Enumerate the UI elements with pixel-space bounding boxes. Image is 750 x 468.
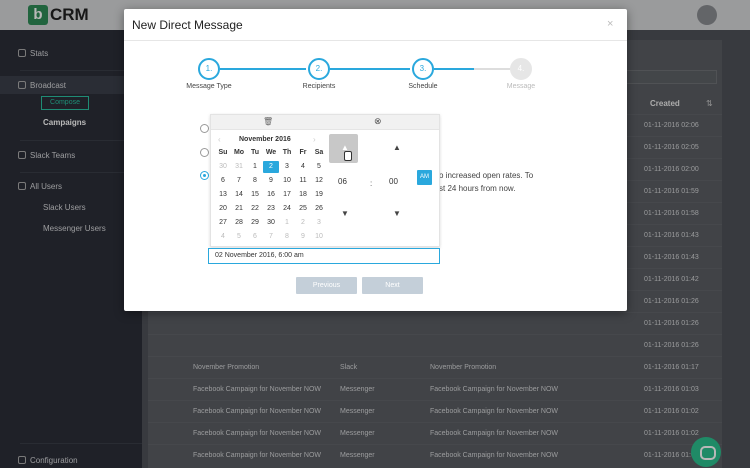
calendar-day[interactable]: 10: [311, 231, 327, 243]
schedule-option-radio[interactable]: [200, 124, 209, 133]
calendar-day[interactable]: 8: [247, 175, 263, 187]
calendar-week: 6 7 8 9 10 11 12: [215, 174, 327, 188]
schedule-hint-text: st 24 hours from now.: [439, 184, 516, 193]
mouse-cursor: [344, 151, 352, 161]
weekday-label: Mo: [233, 149, 245, 156]
calendar-day[interactable]: 15: [247, 189, 263, 201]
calendar-day[interactable]: 5: [231, 231, 247, 243]
calendar-day[interactable]: 28: [231, 217, 247, 229]
calendar-day[interactable]: 3: [311, 217, 327, 229]
prev-month-button[interactable]: ‹: [218, 135, 221, 144]
hour-value[interactable]: 06: [338, 177, 347, 186]
calendar-day[interactable]: 19: [311, 189, 327, 201]
calendar-day[interactable]: 13: [215, 189, 231, 201]
weekday-label: Fr: [299, 149, 307, 156]
calendar-weekday-header: Su Mo Tu We Th Fr Sa: [215, 149, 327, 160]
weekday-label: Tu: [250, 149, 260, 156]
step-4-circle: 4.: [510, 58, 532, 80]
calendar-day[interactable]: 27: [215, 217, 231, 229]
calendar-day[interactable]: 11: [295, 175, 311, 187]
calendar-day[interactable]: 3: [279, 161, 295, 173]
calendar-day[interactable]: 6: [215, 175, 231, 187]
next-button[interactable]: Next: [362, 277, 423, 294]
step-3-circle[interactable]: 3.: [412, 58, 434, 80]
calendar-day[interactable]: 7: [231, 175, 247, 187]
trash-icon[interactable]: 🗑: [263, 117, 273, 126]
previous-button[interactable]: Previous: [296, 277, 357, 294]
calendar-day[interactable]: 31: [231, 161, 247, 173]
calendar-day[interactable]: 4: [215, 231, 231, 243]
calendar-day[interactable]: 21: [231, 203, 247, 215]
schedule-option-radio-selected[interactable]: [200, 171, 209, 180]
weekday-label: Sa: [314, 149, 324, 156]
calendar-day[interactable]: 6: [247, 231, 263, 243]
calendar-day[interactable]: 14: [231, 189, 247, 201]
calendar-day[interactable]: 18: [295, 189, 311, 201]
calendar-day[interactable]: 10: [279, 175, 295, 187]
modal-title: New Direct Message: [132, 18, 243, 32]
weekday-label: Su: [218, 149, 228, 156]
calendar-day[interactable]: 30: [263, 217, 279, 229]
new-direct-message-modal: New Direct Message × 1. Message Type 2. …: [124, 9, 627, 311]
calendar-day[interactable]: 2: [295, 217, 311, 229]
chevron-up-icon[interactable]: ▲: [393, 143, 401, 152]
calendar-day[interactable]: 9: [295, 231, 311, 243]
calendar-day[interactable]: 1: [279, 217, 295, 229]
calendar-day[interactable]: 7: [263, 231, 279, 243]
minute-value[interactable]: 00: [389, 177, 398, 186]
step-4-label: Message: [506, 83, 536, 90]
calendar-week: 13 14 15 16 17 18 19: [215, 188, 327, 202]
datetime-picker: 🗑 ⊗ ‹ November 2016 › Su Mo Tu We Th Fr …: [210, 114, 440, 247]
calendar-day[interactable]: 1: [247, 161, 263, 173]
ampm-toggle-button[interactable]: AM: [417, 170, 432, 185]
calendar-day[interactable]: 4: [295, 161, 311, 173]
picker-toolbar: 🗑 ⊗: [211, 115, 439, 130]
calendar-week: 20 21 22 23 24 25 26: [215, 202, 327, 216]
calendar-day[interactable]: 5: [311, 161, 327, 173]
calendar-day[interactable]: 26: [311, 203, 327, 215]
close-icon[interactable]: ×: [607, 18, 613, 30]
calendar-week: 30 31 1 2 3 4 5: [215, 160, 327, 174]
calendar-day[interactable]: 29: [247, 217, 263, 229]
calendar-day[interactable]: 22: [247, 203, 263, 215]
calendar-day-selected[interactable]: 2: [263, 161, 279, 173]
calendar-day[interactable]: 23: [263, 203, 279, 215]
calendar-week: 27 28 29 30 1 2 3: [215, 216, 327, 230]
calendar-week: 4 5 6 7 8 9 10: [215, 230, 327, 244]
chevron-down-icon[interactable]: ▼: [393, 209, 401, 218]
step-connector: [434, 68, 474, 70]
step-2-label: Recipients: [302, 83, 336, 90]
clock-icon[interactable]: ⊗: [374, 116, 382, 127]
calendar-day[interactable]: 24: [279, 203, 295, 215]
divider: [124, 40, 627, 41]
calendar-day[interactable]: 16: [263, 189, 279, 201]
step-connector: [330, 68, 410, 70]
weekday-label: Th: [282, 149, 292, 156]
step-1-circle[interactable]: 1.: [198, 58, 220, 80]
calendar-month-title[interactable]: November 2016: [239, 136, 291, 143]
step-connector: [220, 68, 306, 70]
step-1-label: Message Type: [186, 83, 232, 90]
schedule-datetime-input[interactable]: 02 November 2016, 6:00 am: [208, 248, 440, 264]
step-2-circle[interactable]: 2.: [308, 58, 330, 80]
calendar-day[interactable]: 25: [295, 203, 311, 215]
next-month-button[interactable]: ›: [313, 135, 316, 144]
step-connector: [474, 68, 510, 70]
calendar-day[interactable]: 30: [215, 161, 231, 173]
step-3-label: Schedule: [408, 83, 438, 90]
schedule-hint-text: o increased open rates. To: [439, 171, 534, 180]
calendar-day[interactable]: 17: [279, 189, 295, 201]
schedule-option-radio[interactable]: [200, 148, 209, 157]
calendar-day[interactable]: 9: [263, 175, 279, 187]
chevron-down-icon[interactable]: ▼: [341, 209, 349, 218]
calendar-day[interactable]: 8: [279, 231, 295, 243]
calendar-grid: Su Mo Tu We Th Fr Sa 30 31 1 2 3 4 5 6 7…: [215, 149, 327, 244]
weekday-label: We: [265, 149, 277, 156]
calendar-day[interactable]: 20: [215, 203, 231, 215]
calendar-day[interactable]: 12: [311, 175, 327, 187]
time-separator: :: [370, 179, 373, 188]
